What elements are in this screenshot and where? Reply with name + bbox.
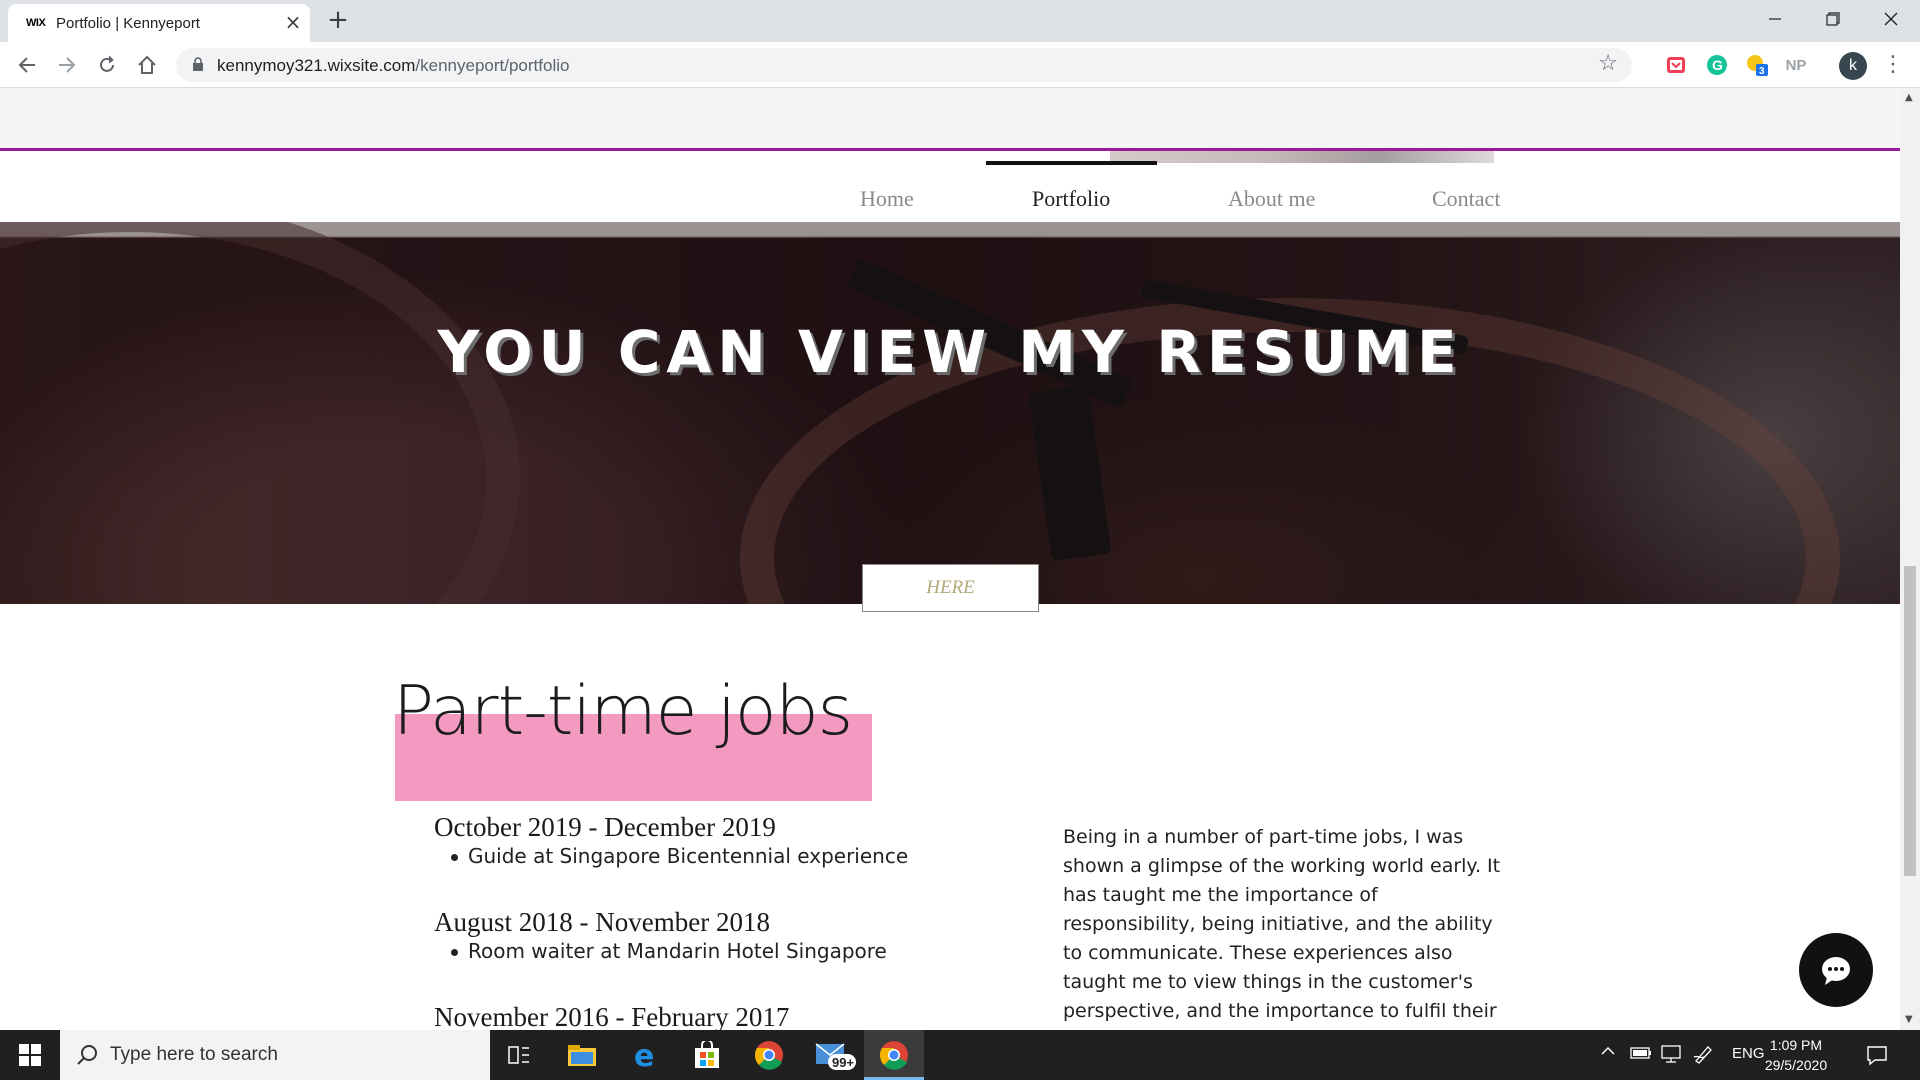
- site-header-band: [0, 88, 1900, 150]
- action-center-icon[interactable]: [1866, 1044, 1888, 1070]
- scroll-up-arrow-icon[interactable]: ▲: [1905, 92, 1913, 103]
- chat-widget-button[interactable]: [1799, 933, 1873, 1007]
- taskbar-search-box[interactable]: Type here to search: [60, 1030, 490, 1080]
- back-icon[interactable]: [12, 50, 42, 80]
- forward-icon[interactable]: [52, 50, 82, 80]
- extension-shield-icon[interactable]: 3: [1744, 52, 1770, 78]
- tab-title: Portfolio | Kennyeport: [56, 15, 200, 32]
- turntable-background-image: [0, 222, 1900, 604]
- record-ring-decor: [0, 222, 520, 604]
- clock-date: 29/5/2020: [1764, 1057, 1828, 1073]
- scroll-thumb[interactable]: [1904, 566, 1916, 876]
- network-icon[interactable]: [1660, 1044, 1682, 1068]
- hero-banner: [0, 222, 1900, 604]
- tab-close-icon[interactable]: ×: [282, 10, 304, 34]
- nav-portfolio[interactable]: Portfolio: [1032, 186, 1110, 212]
- section-title: Part-time jobs: [393, 672, 853, 751]
- job-date: August 2018 - November 2018: [434, 907, 770, 937]
- search-placeholder: Type here to search: [110, 1044, 278, 1065]
- browser-menu-icon[interactable]: ⋮: [1882, 50, 1904, 80]
- mail-badge: 99+: [832, 1055, 854, 1070]
- browser-toolbar: kennymoy321.wixsite.com/kennyeport/portf…: [0, 42, 1920, 88]
- lock-icon: [193, 57, 203, 71]
- job-item: Guide at Singapore Bicentennial experien…: [450, 844, 909, 868]
- url-text: kennymoy321.wixsite.com/kennyeport/portf…: [217, 56, 570, 75]
- extension-badge: 3: [1759, 66, 1765, 77]
- chat-bubble-icon: [1822, 957, 1850, 985]
- chrome-icon: [880, 1041, 908, 1070]
- nav-about-me[interactable]: About me: [1228, 186, 1315, 212]
- np-extension-icon[interactable]: NP: [1783, 52, 1809, 78]
- header-image-strip: [1110, 151, 1494, 163]
- job-date: November 2016 - February 2017: [434, 1002, 790, 1030]
- bookmark-star-icon[interactable]: ☆: [1598, 51, 1618, 76]
- jobs-description: Being in a number of part-time jobs, I w…: [1063, 826, 1501, 1022]
- grammarly-extension-icon[interactable]: G: [1704, 52, 1730, 78]
- taskbar-chrome-active[interactable]: [864, 1030, 924, 1080]
- windows-start-icon[interactable]: [0, 1030, 60, 1080]
- window-close-icon[interactable]: [1868, 4, 1914, 34]
- store-icon[interactable]: [690, 1038, 724, 1072]
- nav-active-indicator: [986, 161, 1157, 165]
- pen-ink-icon[interactable]: [1692, 1043, 1714, 1069]
- home-icon[interactable]: [132, 50, 162, 80]
- page-scrollbar[interactable]: ▲ ▼: [1900, 88, 1920, 1030]
- resume-here-button[interactable]: HERE: [862, 564, 1039, 612]
- minimize-icon[interactable]: [1752, 4, 1798, 34]
- taskbar-clock[interactable]: 1:09 PM 29/5/2020: [1748, 1035, 1844, 1075]
- search-icon: [77, 1045, 97, 1065]
- profile-avatar[interactable]: k: [1839, 52, 1867, 80]
- job-date: October 2019 - December 2019: [434, 812, 776, 842]
- battery-icon[interactable]: [1630, 1046, 1652, 1064]
- new-tab-button[interactable]: +: [324, 5, 352, 35]
- job-item: Room waiter at Mandarin Hotel Singapore: [451, 939, 887, 963]
- windows-taskbar: Type here to search e 99+ ENG 1:09 PM 29…: [0, 1030, 1920, 1080]
- address-bar[interactable]: kennymoy321.wixsite.com/kennyeport/portf…: [176, 48, 1632, 82]
- clock-time: 1:09 PM: [1769, 1037, 1823, 1053]
- nav-home[interactable]: Home: [860, 186, 914, 212]
- wix-favicon-icon: WIX: [26, 17, 46, 29]
- web-page: Home Portfolio About me Contact YOU CAN …: [0, 88, 1900, 1030]
- file-explorer-icon[interactable]: [565, 1038, 599, 1072]
- mail-icon[interactable]: 99+: [814, 1038, 858, 1072]
- reload-icon[interactable]: [92, 50, 122, 80]
- hero-title: YOU CAN VIEW MY RESUME: [437, 318, 1463, 386]
- chrome-icon[interactable]: [752, 1038, 786, 1072]
- show-hidden-icons-icon[interactable]: [1600, 1043, 1616, 1063]
- pocket-extension-icon[interactable]: [1663, 52, 1689, 78]
- svg-text:e: e: [634, 1040, 654, 1070]
- task-view-icon[interactable]: [502, 1038, 536, 1072]
- nav-contact[interactable]: Contact: [1432, 186, 1500, 212]
- browser-tab-strip: WIX Portfolio | Kennyeport × +: [0, 0, 1920, 42]
- svg-text:G: G: [1712, 57, 1723, 73]
- browser-tab[interactable]: WIX Portfolio | Kennyeport ×: [8, 4, 310, 42]
- scroll-down-arrow-icon[interactable]: ▼: [1905, 1014, 1913, 1025]
- edge-browser-icon[interactable]: e: [629, 1038, 663, 1072]
- site-navigation: [0, 151, 1900, 209]
- restore-icon[interactable]: [1810, 4, 1856, 34]
